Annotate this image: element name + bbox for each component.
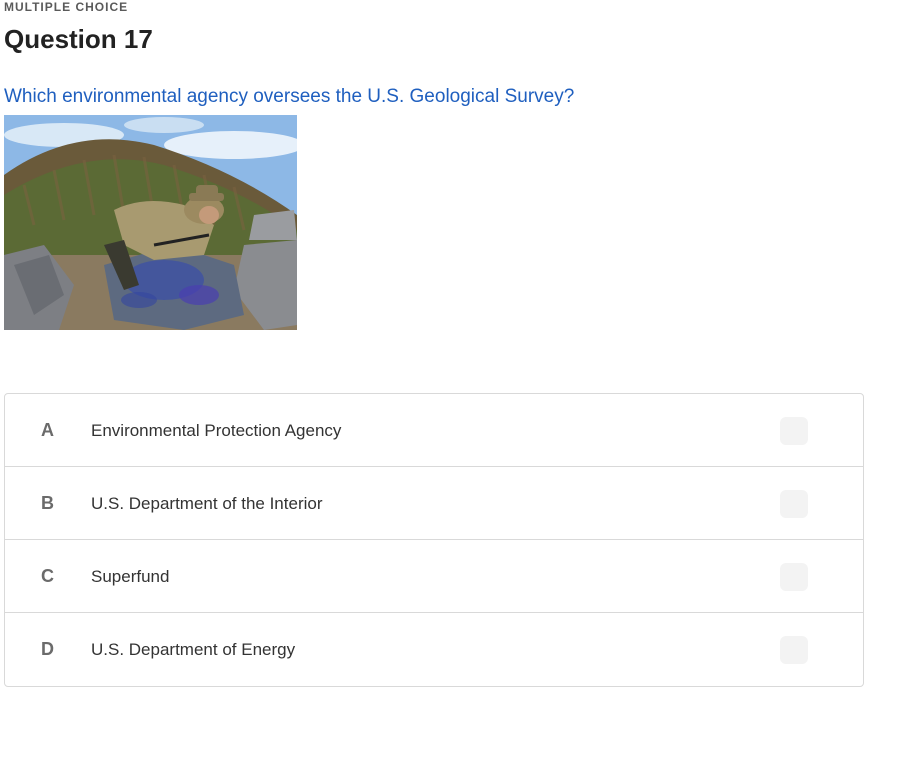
question-type-label: MULTIPLE CHOICE — [4, 0, 129, 14]
option-checkbox[interactable] — [780, 490, 808, 518]
option-checkbox[interactable] — [780, 636, 808, 664]
question-image — [4, 115, 297, 330]
option-label: U.S. Department of Energy — [91, 640, 296, 659]
option-checkbox[interactable] — [780, 417, 808, 445]
answer-option-d[interactable]: D U.S. Department of Energy — [5, 613, 863, 686]
option-letter: C — [41, 566, 54, 586]
option-letter: A — [41, 420, 54, 440]
question-text: Which environmental agency oversees the … — [4, 86, 575, 107]
answer-option-a[interactable]: A Environmental Protection Agency — [5, 394, 863, 467]
question-title: Question 17 — [4, 24, 153, 54]
option-checkbox[interactable] — [780, 563, 808, 591]
option-label: Superfund — [91, 567, 170, 586]
option-letter: B — [41, 493, 54, 513]
question-page: MULTIPLE CHOICE Question 17 Which enviro… — [0, 0, 897, 768]
answer-options-list: A Environmental Protection Agency B U.S.… — [4, 393, 864, 687]
option-label: Environmental Protection Agency — [91, 421, 342, 440]
answer-option-c[interactable]: C Superfund — [5, 540, 863, 613]
geologist-photo — [4, 115, 297, 330]
option-letter: D — [41, 639, 54, 659]
answer-option-b[interactable]: B U.S. Department of the Interior — [5, 467, 863, 540]
option-label: U.S. Department of the Interior — [91, 494, 323, 513]
